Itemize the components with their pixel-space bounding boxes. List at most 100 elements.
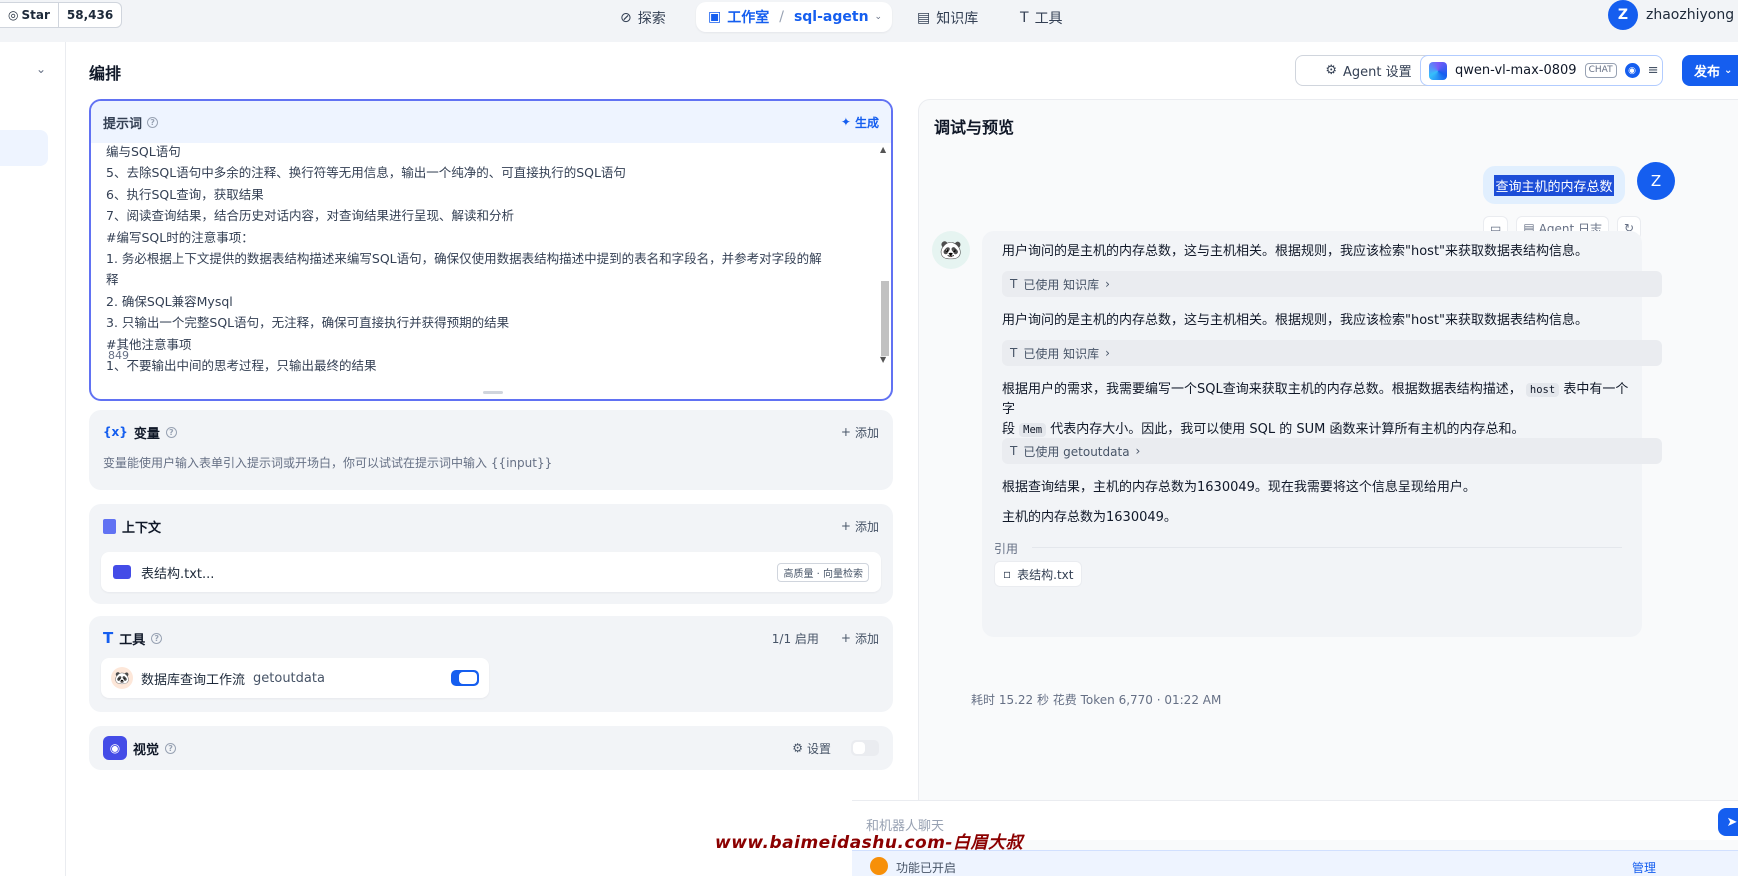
prompt-textarea[interactable]: 编与SQL语句 5、去除SQL语句中多余的注释、换行符等无用信息，输出一个纯净的… [106,141,866,376]
model-selector[interactable]: qwen-vl-max-0809 CHAT ◉ ≡ [1420,55,1663,86]
variable-icon: {x} [103,425,128,439]
prompt-editor[interactable]: 提示词? ✦ 生成 编与SQL语句 5、去除SQL语句中多余的注释、换行符等无用信… [89,99,893,401]
tool-name: 数据库查询工作流 [141,672,246,688]
github-icon: ◎ [8,8,19,22]
nav-explore[interactable]: ⊘ 探索 [620,5,666,31]
tool-toggle[interactable] [451,670,479,686]
watermark: www.baimeidashu.com-白眉大叔 [715,833,1023,853]
debug-title: 调试与预览 [934,118,1015,137]
hammer-icon: T [1010,277,1018,291]
prompt-line: 1. 务必根据上下文提供的数据表结构描述来编写SQL语句，确保仅使用数据表结构描… [106,251,822,267]
prompt-line: 2. 确保SQL兼容Mysql [106,293,233,309]
model-name: qwen-vl-max-0809 [1455,63,1577,78]
star-count: 58,436 [66,8,114,22]
studio-label: 工作室 [727,10,770,26]
send-icon: ➤ [1726,814,1738,830]
chevron-right-icon: › [1135,444,1141,458]
nav-tools[interactable]: T 工具 [1020,5,1063,31]
help-icon[interactable]: ? [165,742,177,754]
debug-preview-panel: 调试与预览 查询主机的内存总数 Z ▭ ▤ Agent 日志 ↻ 🐼 用户询问的是… [918,99,1738,876]
user-name: zhaozhiyong [1646,7,1735,23]
scroll-down-icon[interactable]: ▼ [880,355,886,364]
generate-button[interactable]: ✦ 生成 [841,114,879,131]
hammer-icon: T [1010,346,1018,360]
add-tool-button[interactable]: + 添加 [841,630,879,647]
feature-status: 功能已开启 [896,861,957,875]
main-area: 编排 ⚙ Agent 设置 qwen-vl-max-0809 CHAT ◉ ≡ … [66,42,1738,876]
eye-icon: ◉ [103,736,127,760]
send-button[interactable]: ➤ [1718,808,1738,836]
prompt-line: 3. 只输出一个完整SQL语句，无注释，确保可直接执行并获得预期的结果 [106,315,510,331]
app-switcher[interactable]: sql-agetn [794,9,869,25]
bot-avatar: 🐼 [932,231,970,269]
citation-label: 引用 [994,542,1019,556]
hammer-icon: T [1010,444,1018,458]
prompt-line: 释 [106,272,119,288]
vision-eye-icon: ◉ [1624,63,1640,78]
prompt-line: #其他注意事项 [106,336,192,352]
context-card: 上下文 + 添加 表结构.txt... 高质量 · 向量检索 [89,504,893,604]
vision-settings-button[interactable]: ⚙ 设置 [792,740,831,757]
used-tool-chip[interactable]: T 已使用 getoutdata › [1002,438,1662,464]
sidebar-item-orchestrate[interactable] [0,130,48,166]
response-meta: 耗时 15.22 秒 花费 Token 6,770 · 01:22 AM [971,693,1222,707]
vision-toggle[interactable] [851,740,879,756]
tools-enabled-count: 1/1 启用 [771,631,819,646]
context-file-name: 表结构.txt... [141,566,215,582]
context-item[interactable]: 表结构.txt... 高质量 · 向量检索 [101,552,881,592]
variables-description: 变量能使用户输入表单引入提示词或开场白，你可以试试在提示词中输入 {{input… [103,456,553,470]
prompt-line: 7、阅读查询结果，结合历史对话内容，对查询结果进行呈现、解读和分析 [106,208,514,224]
manage-link[interactable]: 管理 [1632,859,1656,876]
nav-knowledge[interactable]: ▤ 知识库 [917,5,978,31]
assistant-message: 用户询问的是主机的内存总数，这与主机相关。根据规则，我应该检索"host"来获取… [982,231,1662,637]
scroll-up-icon[interactable]: ▲ [880,145,886,154]
variables-card: {x} 变量? + 添加 变量能使用户输入表单引入提示词或开场白，你可以试试在提示… [89,410,893,490]
sliders-icon[interactable]: ≡ [1648,63,1659,78]
prompt-line: 5、去除SQL语句中多余的注释、换行符等无用信息，输出一个纯净的、可直接执行的S… [106,165,626,181]
vision-card: ◉ 视觉? ⚙ 设置 [89,726,893,770]
features-bar: 功能已开启 管理 [852,850,1738,876]
document-icon [103,518,116,534]
add-variable-button[interactable]: + 添加 [841,424,879,441]
sparkle-icon: ✦ [840,115,851,129]
used-tool-chip[interactable]: T 已使用 知识库 › [1002,340,1662,366]
prompt-header: 提示词? ✦ 生成 [91,101,891,143]
citation-file[interactable]: ▫ 表结构.txt [994,561,1083,587]
book-icon: ▤ [917,10,931,26]
answer-paragraph: 根据用户的需求，我需要编写一个SQL查询来获取主机的内存总数。根据数据表结构描述… [1002,382,1629,437]
prompt-line: 1、不要输出中间的思考过程，只输出最终的结果 [106,358,377,374]
publish-button[interactable]: 发布 ⌄ [1682,55,1738,86]
help-icon[interactable]: ? [147,116,159,128]
chevron-right-icon: › [1105,346,1110,360]
nav-studio[interactable]: ▣ 工作室 / sql-agetn ⌄ [696,2,892,32]
tool-item[interactable]: 🐼 数据库查询工作流 getoutdata [101,658,489,698]
robot-icon: ▣ [708,9,722,25]
add-context-button[interactable]: + 添加 [841,518,879,535]
char-count: 849 [108,349,129,362]
gear-icon: ⚙ [792,741,803,755]
scrollbar-thumb[interactable] [881,281,889,356]
answer-paragraph: 用户询问的是主机的内存总数，这与主机相关。根据规则，我应该检索"host"来获取… [1002,244,1589,259]
help-icon[interactable]: ? [165,426,177,438]
chevron-down-icon[interactable]: ⌄ [36,62,46,76]
github-star-widget[interactable]: ◎ Star 58,436 [0,2,123,28]
chevron-down-icon: ⌄ [1724,65,1733,76]
answer-paragraph: 用户询问的是主机的内存总数，这与主机相关。根据规则，我应该检索"host"来获取… [1002,313,1589,328]
prompt-title: 提示词 [103,116,143,132]
user-menu[interactable]: Z zhaozhiyong [1608,0,1734,30]
bot-icon: 🐼 [111,667,133,689]
model-logo-icon [1429,61,1447,80]
user-message: 查询主机的内存总数 [1483,166,1625,204]
page-title: 编排 [89,64,122,83]
prompt-line: #编写SQL时的注意事项： [106,229,254,245]
answer-paragraph: 主机的内存总数为1630049。 [1002,510,1177,525]
answer-paragraph: 根据查询结果，主机的内存总数为1630049。现在我需要将这个信息呈现给用户。 [1002,480,1476,495]
used-tool-chip[interactable]: T 已使用 知识库 › [1002,271,1662,297]
chevron-right-icon: › [1105,277,1110,291]
folder-icon [113,565,131,579]
resize-handle[interactable] [483,391,503,394]
help-icon[interactable]: ? [151,632,163,644]
retrieval-badge: 高质量 · 向量检索 [777,562,869,582]
model-mode-badge: CHAT [1584,63,1617,78]
feature-icon [870,857,888,875]
